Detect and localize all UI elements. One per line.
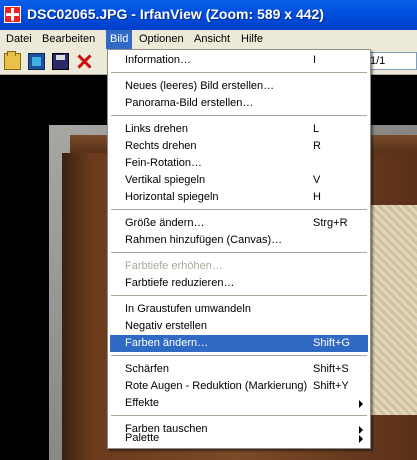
menu-item-vertikal-spiegeln[interactable]: Vertikal spiegeln V <box>110 172 368 189</box>
menu-item-fein-rotation[interactable]: Fein-Rotation… <box>110 155 368 172</box>
menu-separator <box>111 72 367 73</box>
menu-item-shortcut: L <box>313 123 320 135</box>
menu-bild[interactable]: Bild <box>106 30 133 49</box>
menu-item-graustufen[interactable]: In Graustufen umwandeln <box>110 301 368 318</box>
menu-item-shortcut: Shift+G <box>313 337 350 349</box>
menu-item-label: Farben ändern… <box>125 337 209 349</box>
menu-item-rechts-drehen[interactable]: Rechts drehen R <box>110 138 368 155</box>
menu-item-label: Links drehen <box>125 123 188 135</box>
menu-item-label: Information… <box>125 54 192 66</box>
bild-menu-dropdown: Information… I Neues (leeres) Bild erste… <box>107 49 371 449</box>
menu-item-horizontal-spiegeln[interactable]: Horizontal spiegeln H <box>110 189 368 206</box>
menu-item-information[interactable]: Information… I <box>110 52 368 69</box>
menu-item-shortcut: Shift+S <box>313 363 349 375</box>
menu-item-label: Fein-Rotation… <box>125 157 203 169</box>
menu-item-label: Panorama-Bild erstellen… <box>125 97 254 109</box>
menu-item-label: Vertikal spiegeln <box>125 174 206 186</box>
delete-icon[interactable] <box>76 53 93 70</box>
photo-radio-grille <box>370 205 417 415</box>
menu-separator <box>111 252 367 253</box>
menu-item-label: Größe ändern… <box>125 217 205 229</box>
menu-ansicht[interactable]: Ansicht <box>190 30 234 49</box>
menu-item-groesse-aendern[interactable]: Größe ändern… Strg+R <box>110 215 368 232</box>
page-number-field[interactable]: 1/1 <box>366 52 417 70</box>
menu-item-rote-augen[interactable]: Rote Augen - Reduktion (Markierung) Shif… <box>110 378 368 395</box>
save-disk-icon[interactable] <box>52 53 69 70</box>
menu-item-label: Palette <box>125 432 160 444</box>
menu-item-label: Schärfen <box>125 363 170 375</box>
menu-item-farbtiefe-erhoehen: Farbtiefe erhöhen… <box>110 258 368 275</box>
menu-item-label: Effekte <box>125 397 160 409</box>
menu-item-label: Farbtiefe reduzieren… <box>125 277 235 289</box>
menu-item-label: In Graustufen umwandeln <box>125 303 251 315</box>
menu-item-label: Farbtiefe erhöhen… <box>125 260 223 272</box>
menu-bar: Datei Bearbeiten Bild Optionen Ansicht H… <box>0 30 417 49</box>
menu-datei[interactable]: Datei <box>2 30 36 49</box>
menu-item-label: Rahmen hinzufügen (Canvas)… <box>125 234 283 246</box>
menu-item-effekte[interactable]: Effekte <box>110 395 368 412</box>
menu-optionen[interactable]: Optionen <box>135 30 188 49</box>
slideshow-icon[interactable] <box>28 53 45 70</box>
submenu-arrow-icon <box>359 400 363 408</box>
menu-item-links-drehen[interactable]: Links drehen L <box>110 121 368 138</box>
menu-item-shortcut: R <box>313 140 321 152</box>
menu-separator <box>111 209 367 210</box>
menu-item-schaerfen[interactable]: Schärfen Shift+S <box>110 361 368 378</box>
menu-item-label: Rote Augen - Reduktion (Markierung) <box>125 380 308 392</box>
window-title: DSC02065.JPG - IrfanView (Zoom: 589 x 44… <box>27 6 324 22</box>
irfanview-app-icon[interactable] <box>4 6 21 23</box>
menu-separator <box>111 115 367 116</box>
menu-item-shortcut: Strg+R <box>313 217 348 229</box>
menu-separator <box>111 295 367 296</box>
menu-separator <box>111 355 367 356</box>
menu-item-shortcut: I <box>313 54 317 66</box>
menu-item-shortcut: Shift+Y <box>313 380 349 392</box>
menu-item-farben-aendern[interactable]: Farben ändern… Shift+G <box>110 335 368 352</box>
open-folder-icon[interactable] <box>4 51 21 70</box>
menu-bearbeiten[interactable]: Bearbeiten <box>38 30 99 49</box>
menu-item-label: Negativ erstellen <box>125 320 207 332</box>
menu-item-label: Neues (leeres) Bild erstellen… <box>125 80 275 92</box>
menu-item-label: Horizontal spiegeln <box>125 191 219 203</box>
menu-item-negativ[interactable]: Negativ erstellen <box>110 318 368 335</box>
menu-item-palette[interactable]: Palette <box>110 430 368 447</box>
menu-item-farbtiefe-reduzieren[interactable]: Farbtiefe reduzieren… <box>110 275 368 292</box>
menu-item-label: Rechts drehen <box>125 140 197 152</box>
menu-item-shortcut: V <box>313 174 321 186</box>
menu-item-panorama[interactable]: Panorama-Bild erstellen… <box>110 95 368 112</box>
menu-item-rahmen-hinzufuegen[interactable]: Rahmen hinzufügen (Canvas)… <box>110 232 368 249</box>
menu-separator <box>111 415 367 416</box>
menu-item-neues-bild[interactable]: Neues (leeres) Bild erstellen… <box>110 78 368 95</box>
menu-item-shortcut: H <box>313 191 321 203</box>
menu-hilfe[interactable]: Hilfe <box>237 30 267 49</box>
title-bar: DSC02065.JPG - IrfanView (Zoom: 589 x 44… <box>0 0 417 30</box>
submenu-arrow-icon <box>359 435 363 443</box>
